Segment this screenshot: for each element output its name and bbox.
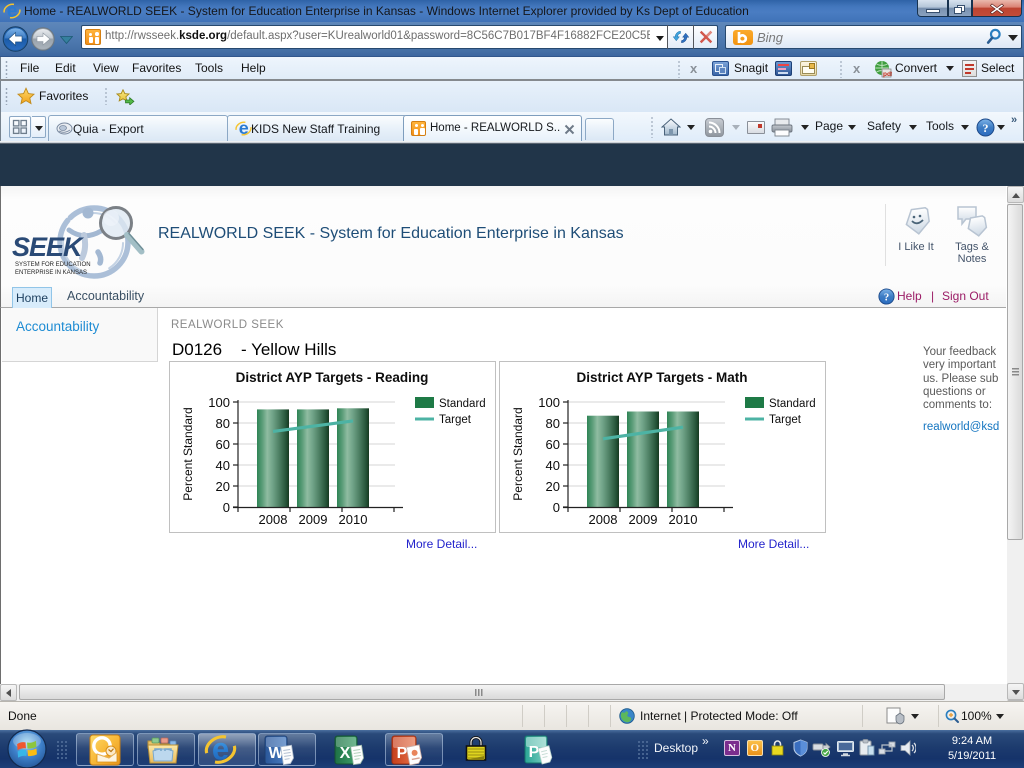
svg-text:40: 40: [216, 458, 230, 473]
svg-text:100: 100: [208, 395, 230, 410]
svg-text:Percent Standard: Percent Standard: [511, 407, 525, 500]
svg-text:0: 0: [553, 500, 560, 515]
svg-text:2009: 2009: [299, 512, 328, 527]
svg-text:X: X: [340, 745, 351, 762]
svg-text:Target: Target: [439, 414, 472, 426]
svg-text:2008: 2008: [259, 512, 288, 527]
svg-text:20: 20: [216, 479, 230, 494]
svg-text:pdf: pdf: [883, 71, 892, 78]
svg-text:?: ?: [884, 292, 889, 304]
svg-text:60: 60: [216, 437, 230, 452]
svg-text:80: 80: [546, 416, 560, 431]
svg-text:2008: 2008: [589, 512, 618, 527]
svg-text:20: 20: [546, 479, 560, 494]
svg-text:40: 40: [546, 458, 560, 473]
svg-text:60: 60: [546, 437, 560, 452]
svg-text:Standard: Standard: [769, 398, 816, 410]
svg-text:District AYP Targets - Reading: District AYP Targets - Reading: [236, 370, 429, 385]
svg-text:80: 80: [216, 416, 230, 431]
svg-text:Target: Target: [769, 414, 802, 426]
svg-text:P: P: [397, 745, 408, 762]
svg-text:ENTERPRISE IN KANSAS: ENTERPRISE IN KANSAS: [15, 270, 87, 276]
svg-text:SYSTEM FOR EDUCATION: SYSTEM FOR EDUCATION: [15, 262, 91, 268]
svg-text:2009: 2009: [629, 512, 658, 527]
svg-text:Percent Standard: Percent Standard: [181, 407, 195, 500]
svg-text:2010: 2010: [339, 512, 368, 527]
svg-text:P: P: [529, 744, 540, 761]
svg-text:Standard: Standard: [439, 398, 486, 410]
svg-text:0: 0: [223, 500, 230, 515]
svg-text:2010: 2010: [669, 512, 698, 527]
svg-text:District AYP Targets - Math: District AYP Targets - Math: [576, 370, 747, 385]
svg-text:?: ?: [983, 121, 989, 135]
svg-text:100: 100: [538, 395, 560, 410]
svg-text:SEEK: SEEK: [12, 232, 85, 262]
